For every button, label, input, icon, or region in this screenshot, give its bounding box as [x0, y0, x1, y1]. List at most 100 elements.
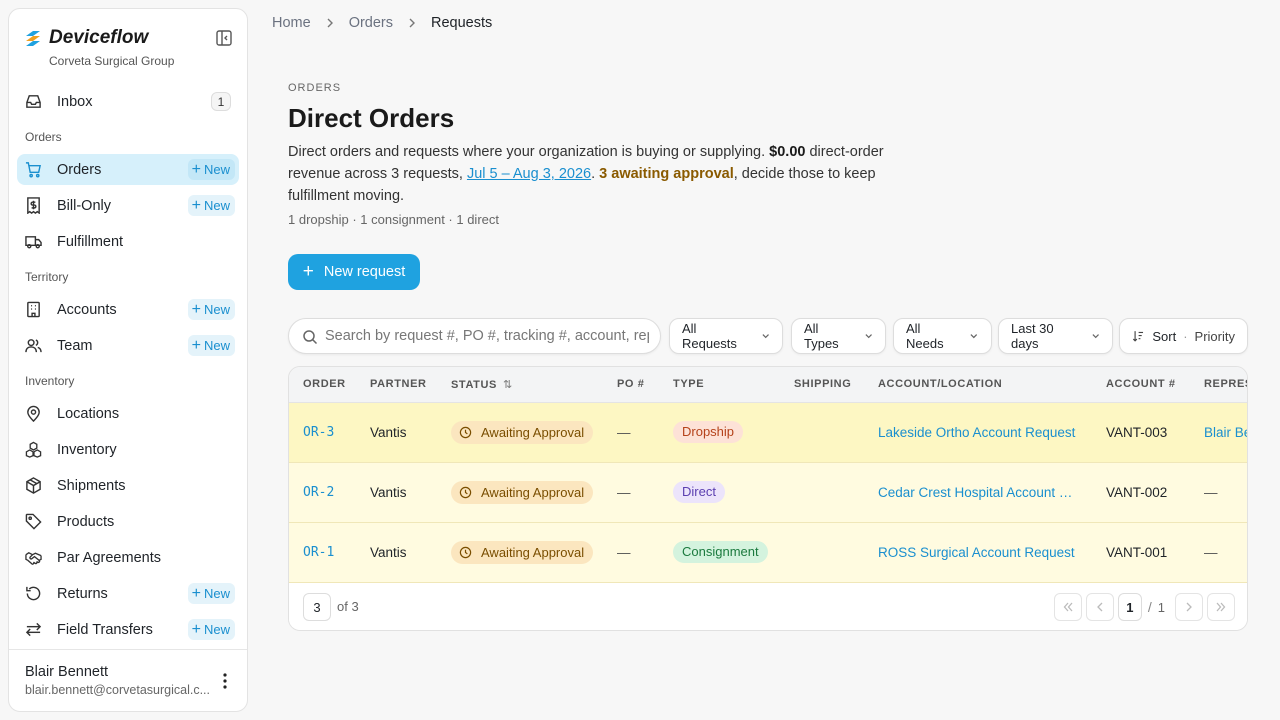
- sidebar-item-par-agreements[interactable]: Par Agreements: [17, 542, 239, 573]
- users-icon: [25, 339, 42, 353]
- section-label-inventory: Inventory: [25, 374, 75, 388]
- new-field-transfer-button[interactable]: + New: [187, 619, 235, 640]
- order-id-link[interactable]: OR-2: [303, 485, 334, 500]
- page-description: Direct orders and requests where your or…: [288, 144, 884, 204]
- filter-needs[interactable]: All Needs: [893, 318, 992, 354]
- sort-arrows-icon[interactable]: ⇅: [503, 379, 513, 391]
- arrows-left-right-icon: [25, 622, 42, 637]
- sidebar-item-returns[interactable]: Returns + New: [17, 578, 239, 609]
- account-link[interactable]: Lakeside Ortho Account Request: [878, 425, 1075, 440]
- section-label-territory: Territory: [25, 270, 69, 284]
- representative-link[interactable]: Blair Bennett: [1204, 425, 1247, 440]
- sidebar-item-shipments[interactable]: Shipments: [17, 470, 239, 501]
- more-vertical-icon[interactable]: [217, 672, 233, 690]
- brand-name: Deviceflow: [49, 27, 149, 48]
- column-header-type[interactable]: TYPE: [659, 367, 780, 403]
- sidebar-item-products[interactable]: Products: [17, 506, 239, 537]
- table-row[interactable]: OR-2 Vantis Awaiting Approval — Direct C…: [289, 462, 1247, 522]
- sidebar-item-label: Fulfillment: [57, 233, 124, 250]
- column-header-account-location[interactable]: ACCOUNT/LOCATION: [864, 367, 1092, 403]
- order-id-link[interactable]: OR-3: [303, 425, 334, 440]
- sidebar-item-inbox[interactable]: Inbox 1: [17, 86, 239, 117]
- first-page-button[interactable]: [1053, 593, 1082, 621]
- type-badge: Consignment: [673, 541, 768, 563]
- filter-requests[interactable]: All Requests: [669, 318, 783, 354]
- sidebar-item-team[interactable]: Team + New: [17, 330, 239, 361]
- sort-value: Priority: [1194, 328, 1235, 344]
- current-page-input[interactable]: 1: [1117, 593, 1142, 621]
- po-cell: —: [617, 544, 631, 560]
- column-header-order[interactable]: ORDER: [289, 367, 356, 403]
- table-header-row: ORDER PARTNER STATUS ⇅ PO # TYPE SHIPPING…: [289, 367, 1247, 403]
- type-badge: Direct: [673, 481, 725, 503]
- receipt-dollar-icon: [27, 197, 40, 214]
- breadcrumb-orders[interactable]: Orders: [349, 15, 393, 31]
- new-account-button[interactable]: + New: [187, 299, 235, 320]
- column-header-representative[interactable]: REPRESENTATIVE: [1190, 367, 1247, 403]
- cart-icon: [25, 162, 41, 178]
- sidebar-item-field-transfers[interactable]: Field Transfers + New: [17, 614, 239, 645]
- column-header-po[interactable]: PO #: [603, 367, 659, 403]
- sidebar-item-label: Par Agreements: [57, 549, 161, 566]
- sidebar-item-label: Accounts: [57, 301, 117, 318]
- search-input[interactable]: [325, 326, 649, 346]
- column-header-shipping[interactable]: SHIPPING: [780, 367, 864, 403]
- table-row[interactable]: OR-3 Vantis Awaiting Approval — Dropship…: [289, 402, 1247, 462]
- page-title: Direct Orders: [288, 103, 455, 133]
- column-header-account-number[interactable]: ACCOUNT #: [1092, 367, 1190, 403]
- brand[interactable]: Deviceflow: [25, 27, 148, 49]
- new-request-button[interactable]: + New request: [288, 254, 420, 290]
- shipping-cell: [780, 462, 864, 522]
- shipping-cell: [780, 522, 864, 582]
- filter-period[interactable]: Last 30 days: [998, 318, 1113, 354]
- organization-name: Corveta Surgical Group: [49, 54, 175, 68]
- user-name: Blair Bennett: [25, 664, 109, 680]
- partner-cell: Vantis: [370, 544, 407, 560]
- sidebar-item-label: Inbox: [57, 93, 93, 110]
- user-profile[interactable]: Blair Bennett blair.bennett@corvetasurgi…: [9, 649, 247, 712]
- chevron-right-icon: [409, 18, 416, 28]
- sidebar: Deviceflow Corveta Surgical Group Inbox …: [8, 8, 248, 712]
- sidebar-item-label: Bill-Only: [57, 197, 111, 214]
- account-link[interactable]: ROSS Surgical Account Request: [878, 545, 1075, 560]
- sort-button[interactable]: Sort · Priority: [1119, 318, 1248, 354]
- last-page-button[interactable]: [1207, 593, 1235, 621]
- chevrons-right-icon: [1216, 602, 1226, 612]
- account-number-cell: VANT-001: [1106, 544, 1168, 560]
- filter-types[interactable]: All Types: [791, 318, 886, 354]
- collapse-sidebar-icon[interactable]: [215, 29, 233, 47]
- sidebar-item-bill-only[interactable]: Bill-Only + New: [17, 190, 239, 221]
- sidebar-item-orders[interactable]: Orders + New: [17, 154, 239, 185]
- chevrons-left-icon: [1063, 602, 1073, 612]
- next-page-button[interactable]: [1175, 593, 1203, 621]
- breadcrumb-home[interactable]: Home: [272, 15, 311, 31]
- column-header-status[interactable]: STATUS ⇅: [437, 367, 603, 403]
- awaiting-approval-count: 3 awaiting approval: [599, 166, 734, 182]
- sidebar-item-locations[interactable]: Locations: [17, 398, 239, 429]
- revenue-value: $0.00: [769, 144, 806, 160]
- order-id-link[interactable]: OR-1: [303, 545, 334, 560]
- status-badge: Awaiting Approval: [451, 540, 594, 564]
- prev-page-button[interactable]: [1085, 593, 1114, 621]
- sidebar-item-fulfillment[interactable]: Fulfillment: [17, 226, 239, 257]
- clock-icon: [459, 546, 472, 558]
- sidebar-item-accounts[interactable]: Accounts + New: [17, 294, 239, 325]
- page-size-select[interactable]: 3: [303, 593, 331, 621]
- table-row[interactable]: OR-1 Vantis Awaiting Approval — Consignm…: [289, 522, 1247, 582]
- date-range-link[interactable]: Jul 5 – Aug 3, 2026: [467, 166, 591, 182]
- chevron-down-icon: [970, 334, 978, 339]
- new-team-member-button[interactable]: + New: [187, 335, 235, 356]
- clock-icon: [459, 486, 472, 498]
- truck-icon: [25, 236, 42, 249]
- sidebar-item-label: Inventory: [57, 441, 117, 458]
- new-bill-only-button[interactable]: + New: [187, 195, 235, 216]
- new-return-button[interactable]: + New: [187, 583, 235, 604]
- search-icon: [303, 330, 318, 345]
- sidebar-item-inventory[interactable]: Inventory: [17, 434, 239, 465]
- account-link[interactable]: Cedar Crest Hospital Account Request: [878, 485, 1078, 500]
- deviceflow-logo-icon: [26, 31, 40, 46]
- column-header-partner[interactable]: PARTNER: [356, 367, 437, 403]
- inbox-icon: [26, 95, 41, 108]
- new-order-button[interactable]: + New: [187, 159, 235, 180]
- inbox-count-badge: 1: [211, 92, 231, 111]
